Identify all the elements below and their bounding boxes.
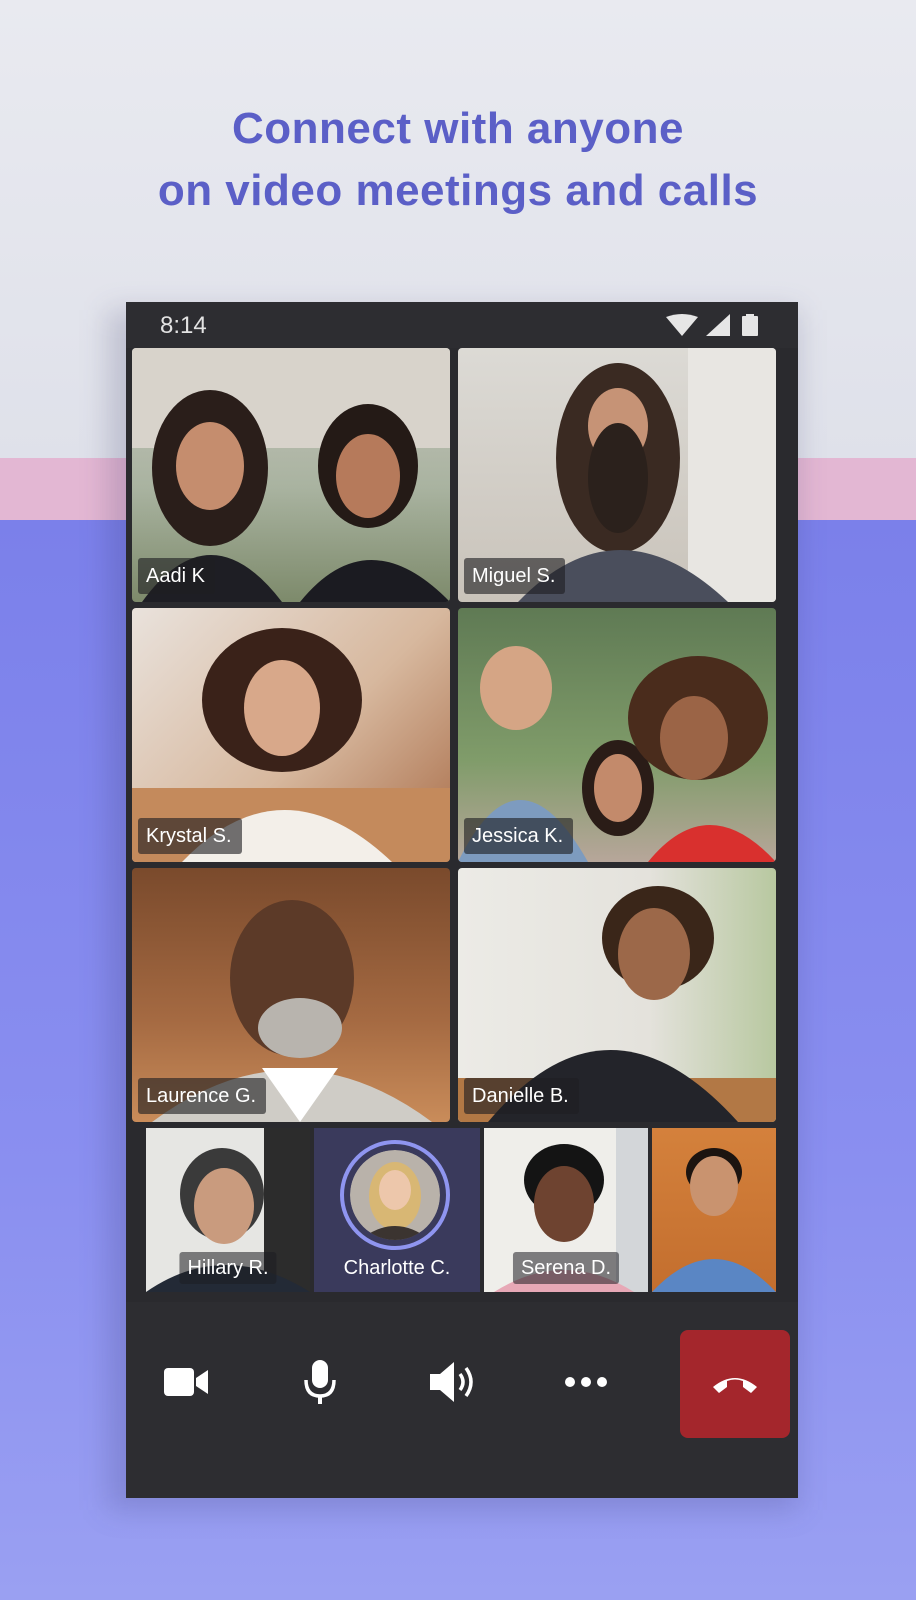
- more-options-icon: [565, 1377, 607, 1387]
- video-toggle-button[interactable]: [154, 1350, 218, 1414]
- participant-name: Charlotte C.: [343, 1257, 451, 1279]
- cellular-signal-icon: [706, 314, 730, 336]
- headline-line-1: Connect with anyone: [232, 104, 684, 153]
- participant-tile-small[interactable]: [652, 1128, 776, 1292]
- participant-tile[interactable]: Miguel S.: [458, 348, 776, 602]
- participant-tile[interactable]: Jessica K.: [458, 608, 776, 862]
- call-controls-bar: [126, 1302, 798, 1498]
- participant-video: [652, 1148, 776, 1292]
- participant-name: Hillary R.: [179, 1252, 277, 1284]
- participant-tile[interactable]: Krystal S.: [132, 608, 450, 862]
- participant-name: Laurence G.: [138, 1078, 267, 1114]
- headline: Connect with anyone on video meetings an…: [0, 98, 916, 222]
- participant-name: Aadi K: [138, 558, 215, 594]
- avatar: [350, 1150, 440, 1240]
- participant-tile-small[interactable]: Serena D.: [484, 1128, 648, 1292]
- participant-name: Serena D.: [512, 1252, 620, 1284]
- participant-name: Miguel S.: [464, 558, 566, 594]
- phone-frame: 8:14 Aadi K Miguel S. Krystal S. Jessica…: [126, 302, 798, 1498]
- participant-tile-small[interactable]: Hillary R.: [146, 1128, 310, 1292]
- status-icons: [664, 314, 764, 336]
- hang-up-icon: [713, 1378, 757, 1393]
- more-options-button[interactable]: [554, 1350, 618, 1414]
- battery-icon: [742, 316, 758, 336]
- status-bar: 8:14: [126, 302, 798, 348]
- participant-tile-small-speaking[interactable]: Charlotte C.: [314, 1128, 480, 1292]
- headline-line-2: on video meetings and calls: [157, 166, 759, 215]
- participant-tile[interactable]: Laurence G.: [132, 868, 450, 1122]
- wifi-icon: [666, 314, 698, 336]
- hang-up-button[interactable]: [680, 1330, 790, 1438]
- speaker-toggle-button[interactable]: [422, 1350, 486, 1414]
- participant-name: Danielle B.: [464, 1078, 579, 1114]
- participant-tile[interactable]: Aadi K: [132, 348, 450, 602]
- speaker-icon: [430, 1362, 473, 1402]
- video-camera-icon: [164, 1368, 208, 1396]
- microphone-icon: [304, 1360, 336, 1404]
- status-time: 8:14: [160, 312, 207, 339]
- microphone-toggle-button[interactable]: [288, 1350, 352, 1414]
- participant-name: Krystal S.: [138, 818, 242, 854]
- participant-name: Jessica K.: [464, 818, 574, 854]
- participant-tile[interactable]: Danielle B.: [458, 868, 776, 1122]
